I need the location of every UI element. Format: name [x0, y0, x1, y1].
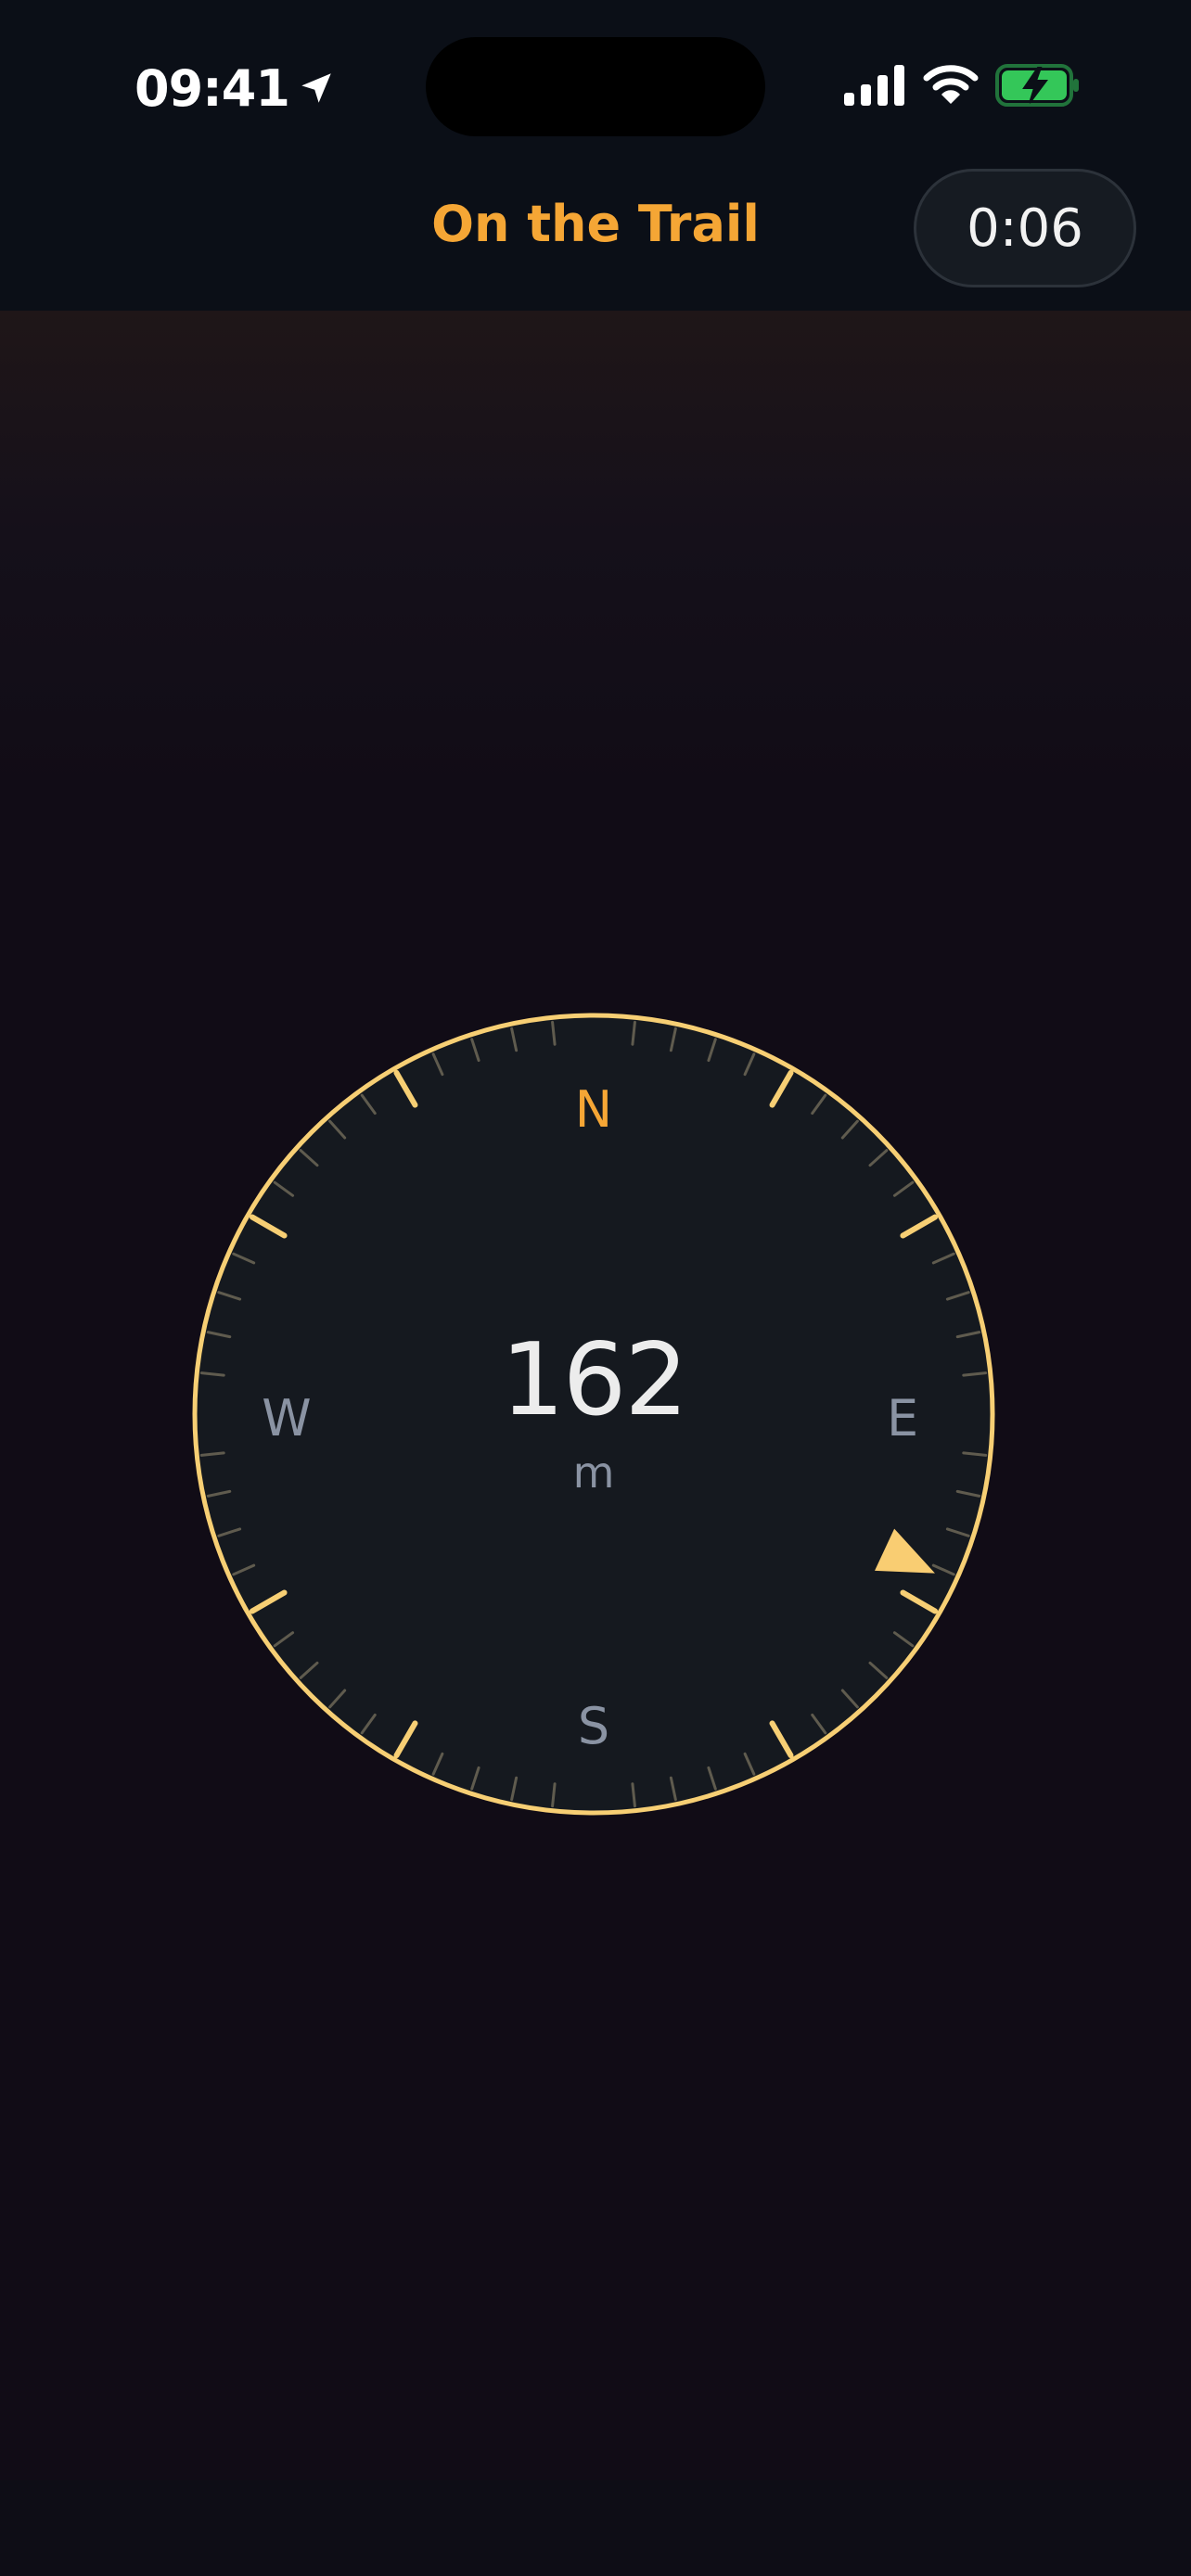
compass-dial: N E S W 162 m	[190, 1011, 997, 1817]
location-arrow-icon	[297, 69, 336, 108]
battery-charging-icon	[995, 63, 1081, 112]
wifi-icon	[923, 63, 979, 110]
distance-unit: m	[572, 1447, 615, 1498]
cellular-signal-icon	[844, 65, 905, 110]
elapsed-timer-button[interactable]: 0:06	[914, 169, 1136, 287]
cardinal-south: S	[577, 1697, 610, 1755]
dynamic-island	[426, 37, 765, 136]
distance-value: 162	[500, 1322, 688, 1438]
status-time-group: 09:41	[134, 56, 336, 121]
status-bar: 09:41	[0, 0, 1191, 158]
status-time: 09:41	[134, 58, 290, 118]
navigation-bar: On the Trail 0:06	[0, 158, 1191, 311]
cardinal-north: N	[574, 1080, 613, 1139]
bottom-safe-area	[0, 2480, 1191, 2576]
